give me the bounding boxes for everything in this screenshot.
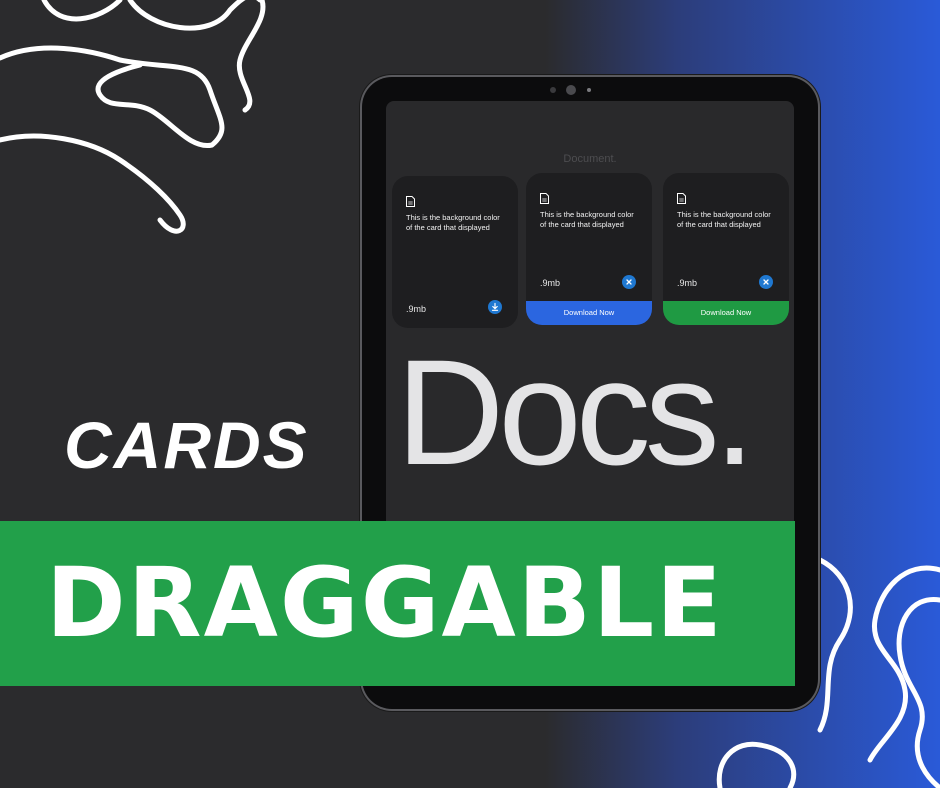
document-card-2[interactable]: This is the background color of the card… <box>526 173 652 325</box>
download-icon[interactable] <box>488 300 502 314</box>
banner-text: DRAGGABLE <box>46 547 724 659</box>
download-now-button[interactable]: Download Now <box>663 301 789 325</box>
file-icon <box>406 196 415 207</box>
docs-title: Docs. <box>396 328 755 496</box>
file-icon <box>677 193 686 204</box>
file-size: .9mb <box>677 278 698 288</box>
card-description: This is the background color of the card… <box>406 213 500 232</box>
document-card-3[interactable]: This is the background color of the card… <box>663 173 789 325</box>
camera-lens <box>566 85 576 95</box>
download-now-button[interactable]: Download Now <box>526 301 652 325</box>
file-size: .9mb <box>406 304 427 314</box>
card-description: This is the background color of the card… <box>677 210 771 229</box>
close-icon[interactable] <box>759 275 773 289</box>
file-size: .9mb <box>540 278 561 288</box>
light-sensor-dot <box>587 88 591 92</box>
camera-bar <box>362 85 818 95</box>
card-description: This is the background color of the card… <box>540 210 634 229</box>
sensor-dot <box>550 87 556 93</box>
close-icon[interactable] <box>622 275 636 289</box>
cards-heading: CARDS <box>64 408 309 482</box>
draggable-banner: DRAGGABLE <box>0 521 795 686</box>
document-card-1[interactable]: This is the background color of the card… <box>392 176 518 328</box>
file-icon <box>540 193 549 204</box>
document-label: Document. <box>563 153 617 165</box>
